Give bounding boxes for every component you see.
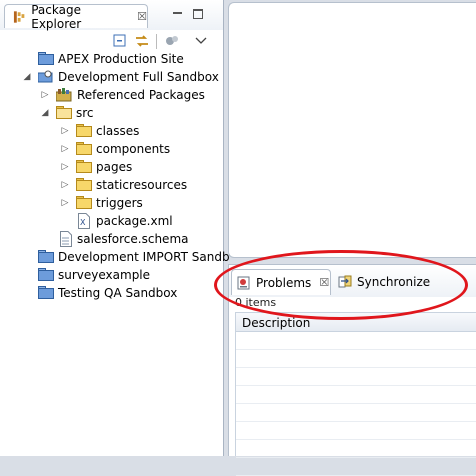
collapsed-triangle-icon[interactable]: ▷ [60, 140, 70, 158]
tab-problems[interactable]: Problems ☒ [231, 269, 331, 295]
project-icon [38, 52, 54, 66]
bottom-tab-bar: Problems ☒ Synchronize [229, 264, 476, 297]
table-row [236, 458, 476, 476]
tree-item-label: Development Full Sandbox [58, 70, 219, 84]
view-menu-chevron-down-icon[interactable] [193, 33, 209, 49]
tree-item-package-xml[interactable]: X package.xml [0, 212, 224, 230]
collapsed-triangle-icon[interactable]: ▷ [60, 158, 70, 176]
synchronize-icon [338, 275, 352, 288]
table-row [236, 350, 476, 368]
svg-text:X: X [80, 218, 86, 227]
tree-item-surveyexample[interactable]: surveyexample [0, 266, 224, 284]
folder-icon [76, 178, 92, 192]
tree-item-src[interactable]: ◢ src [0, 104, 224, 122]
folder-icon [76, 160, 92, 174]
tree-item-testing-qa-sandbox[interactable]: Testing QA Sandbox [0, 284, 224, 302]
focus-on-active-task-icon[interactable] [164, 33, 180, 49]
tab-synchronize-label: Synchronize [357, 275, 431, 289]
tree-item-referenced-packages[interactable]: ▷ Referenced Packages [0, 86, 224, 104]
link-with-editor-icon[interactable] [134, 33, 150, 49]
tree-item-development-import-sandbox[interactable]: Development IMPORT Sandb [0, 248, 230, 266]
folder-icon [76, 124, 92, 138]
tree-item-label: APEX Production Site [58, 52, 184, 66]
minimize-icon[interactable] [170, 7, 184, 21]
tab-package-explorer-label: Package Explorer [31, 2, 82, 31]
editor-area[interactable] [228, 2, 476, 258]
column-header-description[interactable]: Description [236, 312, 476, 332]
tree-item-label: salesforce.schema [77, 232, 189, 246]
tree-item-label: Development IMPORT Sandb [58, 250, 230, 264]
package-explorer-view: Package Explorer ☒ APEX Production Site [0, 0, 230, 456]
tree-item-label: src [76, 106, 94, 120]
project-icon [38, 268, 54, 282]
items-count: 0 items [235, 296, 277, 309]
tree-item-label: surveyexample [58, 268, 151, 282]
package-explorer-toolbar [0, 30, 223, 52]
table-row [236, 404, 476, 422]
table-row [236, 386, 476, 404]
tab-problems-label: Problems [256, 275, 312, 290]
close-icon[interactable]: ☒ [137, 10, 147, 23]
package-explorer-icon [13, 10, 25, 23]
folder-icon [76, 142, 92, 156]
expanded-triangle-icon[interactable]: ◢ [40, 104, 50, 122]
tree-item-label: Testing QA Sandbox [58, 286, 178, 300]
tree-item-label: components [96, 142, 171, 156]
tree-item-classes[interactable]: ▷ classes [0, 122, 224, 140]
tree-item-triggers[interactable]: ▷ triggers [0, 194, 224, 212]
folder-open-icon [56, 106, 72, 120]
tree-item-components[interactable]: ▷ components [0, 140, 224, 158]
collapsed-triangle-icon[interactable]: ▷ [60, 122, 70, 140]
project-icon [38, 250, 54, 264]
toolbar-separator [156, 34, 157, 49]
xml-file-icon: X [78, 213, 94, 229]
tree-item-label: Referenced Packages [77, 88, 205, 102]
collapsed-triangle-icon[interactable]: ▷ [60, 176, 70, 194]
problems-view: Problems ☒ Synchronize 0 items Descripti… [228, 264, 476, 476]
table-row [236, 440, 476, 458]
expanded-triangle-icon[interactable]: ◢ [22, 68, 32, 86]
problems-icon [237, 276, 250, 289]
tree-item-pages[interactable]: ▷ pages [0, 158, 224, 176]
tree-item-apex-production-site[interactable]: APEX Production Site [0, 50, 224, 68]
tab-package-explorer[interactable]: Package Explorer ☒ [4, 2, 148, 31]
collapse-all-icon[interactable] [112, 33, 128, 49]
schema-file-icon [60, 231, 76, 247]
tree-item-label: package.xml [96, 214, 173, 228]
library-icon [55, 88, 72, 102]
tree-item-label: classes [96, 124, 140, 138]
tree-item-staticresources[interactable]: ▷ staticresources [0, 176, 224, 194]
tree-item-label: staticresources [96, 178, 188, 192]
table-row [236, 332, 476, 350]
folder-icon [76, 196, 92, 210]
tree-item-salesforce-schema[interactable]: salesforce.schema [0, 230, 224, 248]
problems-table[interactable]: Description [235, 312, 476, 476]
table-row [236, 368, 476, 386]
tab-synchronize[interactable]: Synchronize [333, 269, 473, 295]
collapsed-triangle-icon[interactable]: ▷ [40, 86, 50, 104]
close-icon[interactable]: ☒ [319, 276, 329, 289]
tree-item-label: triggers [96, 196, 143, 210]
project-tree: APEX Production Site ◢ Development Full … [0, 50, 230, 302]
package-explorer-header: Package Explorer ☒ [0, 0, 223, 31]
tree-item-label: pages [96, 160, 133, 174]
collapsed-triangle-icon[interactable]: ▷ [60, 194, 70, 212]
maximize-icon[interactable] [191, 7, 205, 21]
table-row [236, 422, 476, 440]
project-icon [38, 286, 54, 300]
project-icon [37, 70, 54, 84]
tree-item-development-full-sandbox[interactable]: ◢ Development Full Sandbox [0, 68, 224, 86]
